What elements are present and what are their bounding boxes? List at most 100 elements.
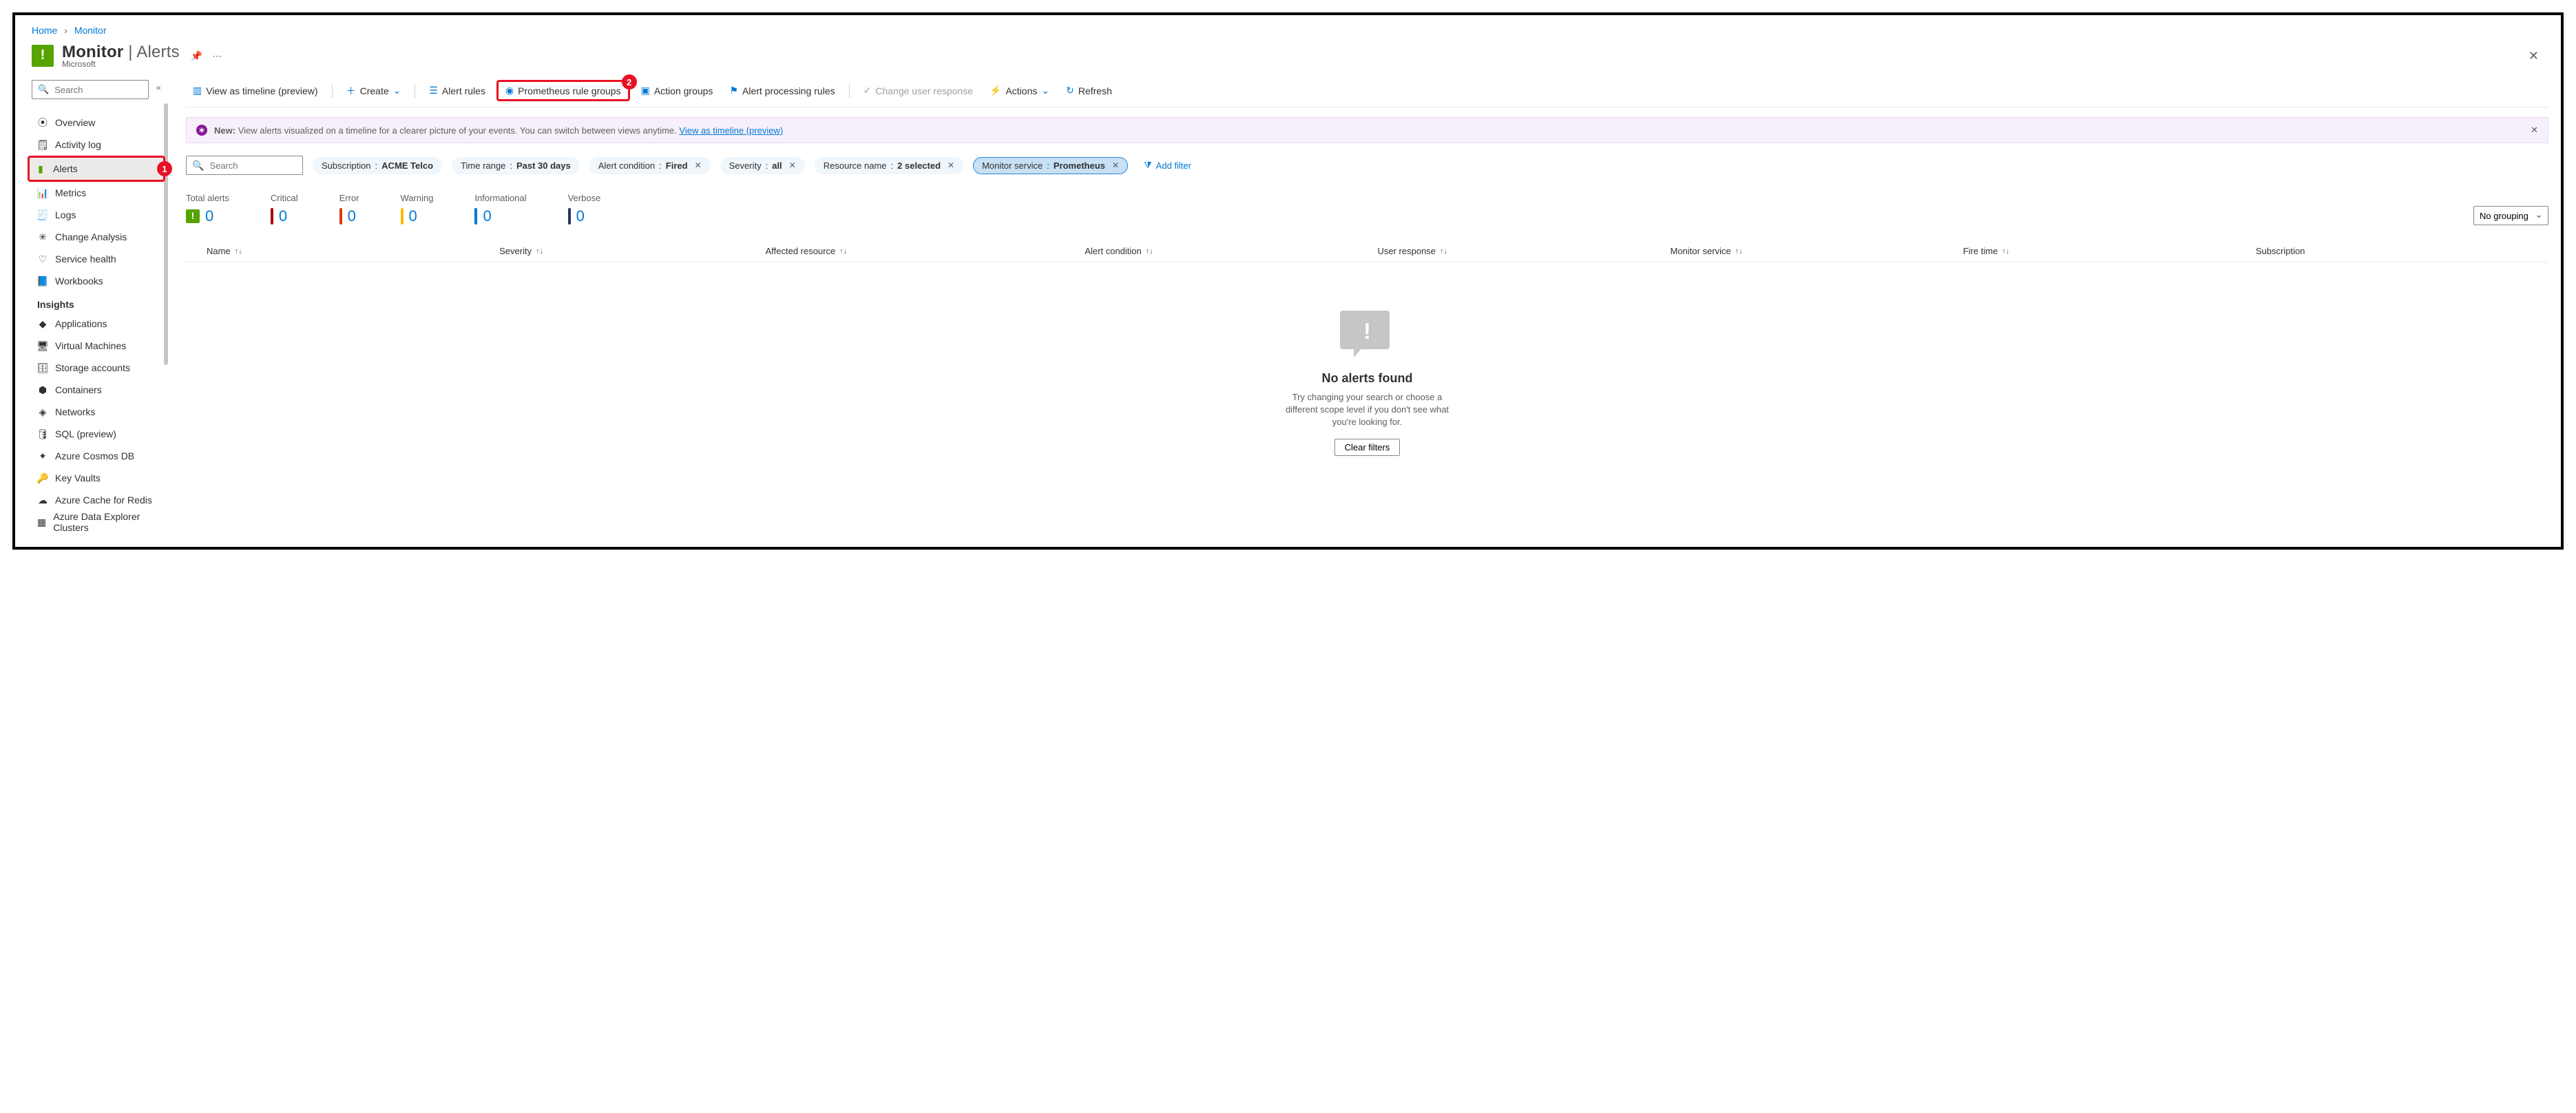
action-groups-icon: ▣ (641, 85, 650, 96)
nav-workbooks-label: Workbooks (55, 275, 103, 287)
breadcrumb-home[interactable]: Home (32, 25, 57, 36)
callout-1: ▮ Alerts 1 (28, 156, 165, 182)
col-severity[interactable]: Severity↑↓ (499, 246, 765, 256)
nav-workbooks[interactable]: 📘Workbooks (32, 270, 161, 292)
add-filter-button[interactable]: ⧩Add filter (1138, 156, 1197, 174)
col-name[interactable]: Name↑↓ (207, 246, 499, 256)
clear-filters-button[interactable]: Clear filters (1334, 439, 1401, 456)
more-icon[interactable]: ⋯ (212, 50, 222, 62)
filter-subscription-label: Subscription (322, 160, 371, 171)
summary-total[interactable]: Total alerts 0 (186, 193, 229, 225)
processing-rules-button[interactable]: ⚑Alert processing rules (722, 82, 841, 99)
nav-logs[interactable]: 🧾Logs (32, 204, 161, 226)
networks-icon: ◈ (37, 406, 48, 417)
refresh-button[interactable]: ↻Refresh (1059, 82, 1119, 99)
col-condition[interactable]: Alert condition↑↓ (1085, 246, 1377, 256)
remove-filter-icon[interactable]: ✕ (789, 160, 796, 170)
nav-activity-log[interactable]: 🗒Activity log (32, 134, 161, 156)
lightning-icon: ⚡ (989, 85, 1001, 96)
actions-button[interactable]: ⚡Actions⌄ (983, 82, 1056, 99)
empty-state: ! No alerts found Try changing your sear… (186, 262, 2548, 483)
logs-icon: 🧾 (37, 209, 48, 220)
summary-informational[interactable]: Informational 0 (474, 193, 526, 225)
summary-total-value: 0 (205, 207, 213, 225)
nav-containers[interactable]: ⬢Containers (32, 379, 161, 401)
filter-resource-value: 2 selected (897, 160, 941, 171)
col-checkbox[interactable] (186, 246, 207, 256)
nav-change-analysis[interactable]: ✳Change Analysis (32, 226, 161, 248)
nav-key-vaults[interactable]: 🔑Key Vaults (32, 467, 161, 489)
filter-severity[interactable]: Severity : all✕ (720, 157, 805, 174)
nav-applications-label: Applications (55, 318, 107, 329)
view-timeline-button[interactable]: ▥View as timeline (preview) (186, 82, 325, 99)
nav-overview[interactable]: ⦿Overview (32, 112, 161, 134)
prometheus-icon: ◉ (505, 85, 514, 96)
prometheus-rule-groups-button[interactable]: ◉Prometheus rule groups (499, 82, 628, 99)
filter-severity-label: Severity (729, 160, 762, 171)
nav-networks[interactable]: ◈Networks (32, 401, 161, 423)
nav-cosmos-db[interactable]: ✦Azure Cosmos DB (32, 445, 161, 467)
nav-applications[interactable]: ◆Applications (32, 313, 161, 335)
filter-subscription-value: ACME Telco (381, 160, 433, 171)
collapse-sidebar-icon[interactable]: « (156, 83, 161, 92)
summary-error[interactable]: Error 0 (339, 193, 359, 225)
summary-critical-value: 0 (279, 207, 287, 225)
nav-adx-label: Azure Data Explorer Clusters (53, 511, 156, 533)
filter-alert-condition[interactable]: Alert condition : Fired✕ (589, 157, 711, 174)
nav-alerts[interactable]: ▮ Alerts (30, 158, 163, 180)
table-header: Name↑↓ Severity↑↓ Affected resource↑↓ Al… (186, 240, 2548, 262)
banner-link[interactable]: View as timeline (preview) (679, 125, 783, 136)
col-user-response[interactable]: User response↑↓ (1378, 246, 1671, 256)
nav-metrics[interactable]: 📊Metrics (32, 182, 161, 204)
sidebar-search[interactable]: 🔍 (32, 80, 149, 99)
nav-insights: ◆Applications 🖥Virtual Machines 🗄Storage… (32, 313, 161, 533)
toolbar-divider (849, 84, 850, 98)
col-resource-label: Affected resource (766, 246, 836, 256)
callout-badge-1: 1 (157, 161, 172, 176)
filter-subscription[interactable]: Subscription : ACME Telco (313, 157, 442, 174)
summary-critical[interactable]: Critical 0 (271, 193, 298, 225)
pin-icon[interactable]: 📌 (191, 50, 202, 62)
verbose-bar-icon (568, 208, 571, 225)
change-user-response-button: ✓Change user response (857, 82, 980, 99)
header-actions: 📌 ⋯ (191, 50, 222, 62)
nav-service-health[interactable]: ♡Service health (32, 248, 161, 270)
alert-rules-button[interactable]: ☰Alert rules (422, 82, 492, 99)
filter-monitor-label: Monitor service (982, 160, 1043, 171)
create-button[interactable]: ＋Create⌄ (339, 81, 408, 101)
col-monitor-service[interactable]: Monitor service↑↓ (1671, 246, 1963, 256)
action-groups-button[interactable]: ▣Action groups (634, 82, 720, 99)
alerts-search[interactable]: 🔍 (186, 156, 303, 175)
nav-virtual-machines[interactable]: 🖥Virtual Machines (32, 335, 161, 357)
filter-monitor-service[interactable]: Monitor service : Prometheus✕ (973, 157, 1128, 174)
summary-warning[interactable]: Warning 0 (401, 193, 434, 225)
vm-icon: 🖥 (37, 340, 48, 351)
remove-filter-icon[interactable]: ✕ (947, 160, 954, 170)
remove-filter-icon[interactable]: ✕ (1112, 160, 1119, 170)
sidebar-scrollbar[interactable] (164, 103, 168, 365)
col-resource[interactable]: Affected resource↑↓ (766, 246, 1085, 256)
summary-verbose[interactable]: Verbose 0 (568, 193, 601, 225)
nav-sql[interactable]: 🛢SQL (preview) (32, 423, 161, 445)
close-icon[interactable]: ✕ (2528, 49, 2544, 63)
nav-adx[interactable]: ▦ Azure Data Explorer Clusters (32, 511, 161, 533)
banner-dismiss-icon[interactable]: ✕ (2531, 125, 2538, 136)
nav-redis[interactable]: ☁Azure Cache for Redis (32, 489, 161, 511)
col-subscription[interactable]: Subscription (2256, 246, 2548, 256)
col-fire-time[interactable]: Fire time↑↓ (1963, 246, 2256, 256)
breadcrumb-separator: › (64, 25, 67, 36)
grouping-select[interactable]: No grouping (2473, 206, 2548, 225)
view-timeline-label: View as timeline (preview) (206, 85, 317, 96)
remove-filter-icon[interactable]: ✕ (695, 160, 702, 170)
summary-row: Total alerts 0 Critical 0 Error 0 Warnin… (186, 193, 2548, 225)
check-icon: ✓ (863, 85, 872, 96)
filter-resource-name[interactable]: Resource name : 2 selected✕ (815, 157, 963, 174)
filter-time-range[interactable]: Time range : Past 30 days (452, 157, 580, 174)
nav-storage-accounts[interactable]: 🗄Storage accounts (32, 357, 161, 379)
toolbar-divider (332, 84, 333, 98)
empty-title: No alerts found (186, 371, 2548, 386)
adx-icon: ▦ (37, 517, 46, 528)
breadcrumb-monitor[interactable]: Monitor (74, 25, 107, 36)
warning-bar-icon (401, 208, 404, 225)
redis-icon: ☁ (37, 495, 48, 506)
